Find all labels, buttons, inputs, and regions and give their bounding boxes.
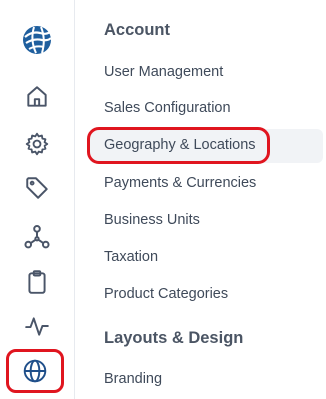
menu-item-product-categories[interactable]: Product Categories (104, 286, 228, 302)
tag-icon[interactable] (0, 168, 74, 208)
menu-item-sales-configuration[interactable]: Sales Configuration (104, 100, 231, 116)
menu-item-geography-locations[interactable]: Geography & Locations (104, 137, 256, 153)
globe-icon[interactable] (6, 349, 64, 393)
section-title-account: Account (104, 21, 170, 39)
globe-logo-icon[interactable] (0, 20, 74, 60)
home-icon[interactable] (0, 77, 74, 117)
icon-rail (0, 0, 75, 399)
settings-menu: Account User Management Sales Configurat… (75, 0, 326, 399)
pulse-icon[interactable] (0, 306, 74, 346)
hub-icon[interactable] (0, 217, 74, 257)
menu-item-branding[interactable]: Branding (104, 371, 162, 387)
menu-item-payments-currencies[interactable]: Payments & Currencies (104, 175, 256, 191)
menu-item-taxation[interactable]: Taxation (104, 249, 158, 265)
section-title-layouts-design: Layouts & Design (104, 329, 244, 347)
menu-item-user-management[interactable]: User Management (104, 64, 223, 80)
menu-item-business-units[interactable]: Business Units (104, 212, 200, 228)
clipboard-icon[interactable] (0, 262, 74, 302)
gear-icon[interactable] (0, 124, 74, 164)
